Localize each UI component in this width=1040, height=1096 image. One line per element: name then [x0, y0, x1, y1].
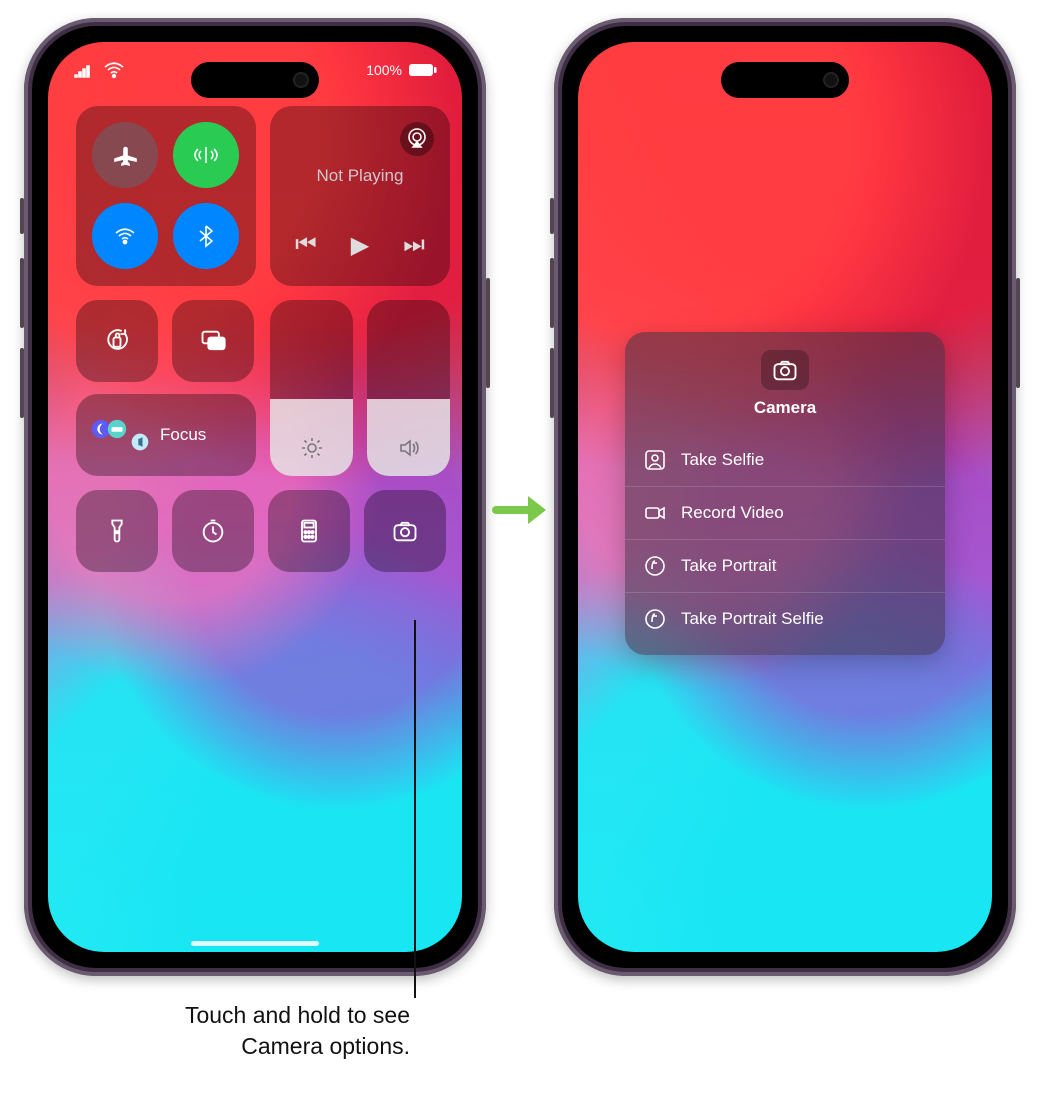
- side-button-volume-up: [550, 258, 554, 328]
- connectivity-panel[interactable]: [76, 106, 256, 286]
- side-button-volume-up: [20, 258, 24, 328]
- mute-icon: [130, 432, 150, 452]
- figure-two-iphones: 100% Not Playing ⏮: [0, 0, 1040, 1096]
- cellular-data-toggle[interactable]: [173, 122, 239, 188]
- dynamic-island: [191, 62, 319, 98]
- selfie-icon: [643, 448, 667, 472]
- callout-text: Touch and hold to see Camera options.: [150, 1000, 410, 1062]
- action-label: Take Selfie: [681, 450, 764, 470]
- side-button-silence: [20, 198, 24, 234]
- action-label: Record Video: [681, 503, 784, 523]
- take-portrait-selfie-action[interactable]: Take Portrait Selfie: [625, 592, 945, 645]
- focus-label: Focus: [160, 425, 206, 445]
- volume-slider[interactable]: [367, 300, 450, 476]
- popover-header[interactable]: Camera: [625, 332, 945, 430]
- wifi-icon: [102, 58, 126, 82]
- arrow-icon: [492, 490, 552, 530]
- side-button-volume-down: [20, 348, 24, 418]
- phone-bezel: Camera Take Selfie Record Video: [562, 26, 1008, 968]
- cellular-signal-icon: [72, 58, 96, 82]
- video-icon: [643, 501, 667, 525]
- calculator-button[interactable]: [268, 490, 350, 572]
- popover-title: Camera: [754, 398, 816, 418]
- side-button-power: [1016, 278, 1020, 388]
- record-video-action[interactable]: Record Video: [625, 486, 945, 539]
- row-panel: [76, 300, 256, 382]
- callout-line: [414, 620, 416, 998]
- side-button-silence: [550, 198, 554, 234]
- flashlight-button[interactable]: [76, 490, 158, 572]
- iphone-right: Camera Take Selfie Record Video: [554, 18, 1016, 976]
- battery-icon: [408, 63, 438, 77]
- timer-button[interactable]: [172, 490, 254, 572]
- portrait-selfie-icon: [643, 607, 667, 631]
- front-camera: [293, 72, 309, 88]
- transport-controls: ⏮ ▶ ⏭: [270, 231, 450, 260]
- media-panel[interactable]: Not Playing ⏮ ▶ ⏭: [270, 106, 450, 286]
- forward-button[interactable]: ⏭: [403, 231, 425, 260]
- brightness-icon: [300, 436, 324, 460]
- camera-quick-actions-popover: Camera Take Selfie Record Video: [625, 332, 945, 655]
- bottom-row: [76, 490, 450, 572]
- action-label: Take Portrait: [681, 556, 776, 576]
- take-portrait-action[interactable]: Take Portrait: [625, 539, 945, 592]
- volume-icon: [397, 436, 421, 460]
- portrait-icon: [643, 554, 667, 578]
- home-indicator[interactable]: [191, 941, 319, 946]
- phone-bezel: 100% Not Playing ⏮: [32, 26, 478, 968]
- front-camera: [823, 72, 839, 88]
- play-button[interactable]: ▶: [351, 231, 369, 260]
- media-title: Not Playing: [270, 166, 450, 186]
- orientation-lock-button[interactable]: [76, 300, 158, 382]
- airplane-mode-toggle[interactable]: [92, 122, 158, 188]
- brightness-slider[interactable]: [270, 300, 353, 476]
- battery-percent: 100%: [366, 62, 402, 78]
- bed-icon: [106, 418, 128, 440]
- side-button-power: [486, 278, 490, 388]
- popover-list: Take Selfie Record Video Take Portrait: [625, 430, 945, 649]
- phone-screen: Camera Take Selfie Record Video: [578, 42, 992, 952]
- dynamic-island: [721, 62, 849, 98]
- airplay-button[interactable]: [400, 122, 434, 156]
- phone-screen: 100% Not Playing ⏮: [48, 42, 462, 952]
- focus-button[interactable]: Focus: [76, 394, 256, 476]
- wifi-toggle[interactable]: [92, 203, 158, 269]
- camera-app-icon: [761, 350, 809, 390]
- action-label: Take Portrait Selfie: [681, 609, 824, 629]
- side-button-volume-down: [550, 348, 554, 418]
- take-selfie-action[interactable]: Take Selfie: [625, 434, 945, 486]
- slider-row: [270, 300, 450, 476]
- iphone-left: 100% Not Playing ⏮: [24, 18, 486, 976]
- screen-mirroring-button[interactable]: [172, 300, 254, 382]
- rewind-button[interactable]: ⏮: [295, 231, 317, 260]
- camera-button[interactable]: [364, 490, 446, 572]
- bluetooth-toggle[interactable]: [173, 203, 239, 269]
